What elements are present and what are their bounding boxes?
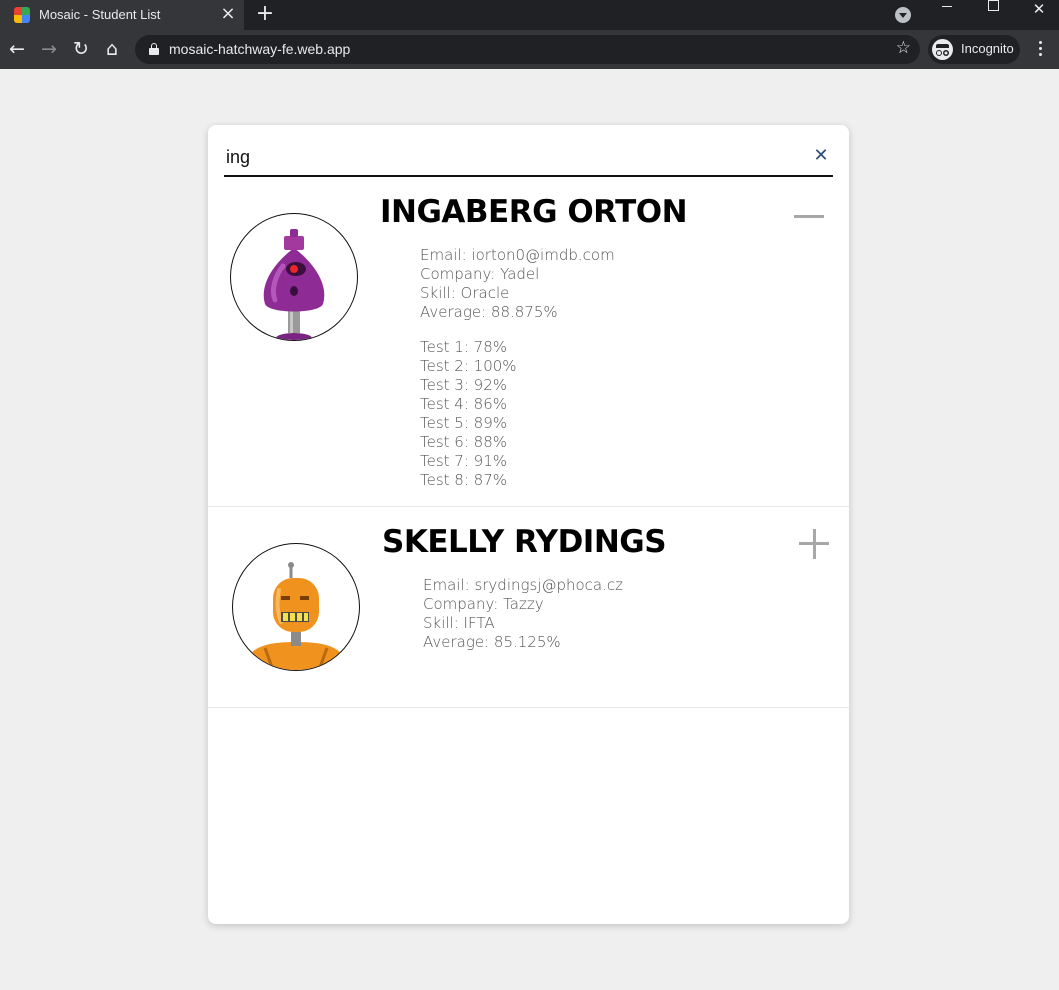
menu-icon[interactable]: [1035, 39, 1045, 59]
forward-arrow-icon[interactable]: →: [37, 38, 61, 62]
student-company: Company: Yadel: [420, 265, 540, 283]
incognito-icon: [932, 39, 953, 60]
search-input[interactable]: [226, 141, 786, 173]
avatar: [232, 543, 360, 671]
grade-item: Test 8: 87%: [420, 471, 508, 489]
tab-title: Mosaic - Student List: [39, 7, 161, 22]
new-tab-button[interactable]: +: [254, 2, 276, 26]
tab-close-icon[interactable]: ×: [218, 4, 238, 24]
tab-strip: Mosaic - Student List × + ✕: [0, 0, 1059, 30]
student-name: SKELLY RYDINGS: [382, 524, 667, 560]
back-arrow-icon[interactable]: ←: [5, 38, 29, 62]
student-details: Email: iorton0@imdb.com Company: Yadel S…: [420, 246, 615, 490]
student-email: Email: iorton0@imdb.com: [420, 246, 615, 264]
incognito-profile-button[interactable]: Incognito: [928, 35, 1020, 64]
reload-icon[interactable]: ↻: [69, 38, 93, 62]
browser-tab[interactable]: Mosaic - Student List ×: [0, 0, 244, 30]
student-row: SKELLY RYDINGS Email: srydingsj@phoca.cz…: [208, 507, 849, 708]
student-skill: Skill: IFTA: [423, 614, 495, 632]
favicon-icon: [14, 7, 30, 23]
grade-item: Test 1: 78%: [420, 338, 508, 356]
browser-toolbar: ← → ↻ ⌂ mosaic-hatchway-fe.web.app ☆ Inc…: [0, 30, 1059, 69]
grade-item: Test 5: 89%: [420, 414, 508, 432]
student-name: INGABERG ORTON: [380, 194, 688, 230]
student-average: Average: 88.875%: [420, 303, 558, 321]
grade-item: Test 4: 86%: [420, 395, 508, 413]
student-details: Email: srydingsj@phoca.cz Company: Tazzy…: [423, 576, 623, 652]
student-email: Email: srydingsj@phoca.cz: [423, 576, 624, 594]
url-text[interactable]: mosaic-hatchway-fe.web.app: [169, 41, 350, 57]
tab-search-icon[interactable]: [895, 7, 911, 23]
address-bar[interactable]: mosaic-hatchway-fe.web.app ☆: [135, 35, 920, 64]
home-icon[interactable]: ⌂: [100, 38, 124, 62]
lock-icon[interactable]: [149, 43, 159, 55]
grade-item: Test 2: 100%: [420, 357, 517, 375]
student-list-card: ✕ INGABERG ORTON Email: iorton0@imdb.com: [208, 125, 849, 924]
collapse-icon[interactable]: [792, 200, 826, 234]
star-icon[interactable]: ☆: [896, 38, 911, 58]
expand-icon[interactable]: [797, 527, 831, 561]
grade-item: Test 7: 91%: [420, 452, 508, 470]
student-skill: Skill: Oracle: [420, 284, 510, 302]
grade-item: Test 6: 88%: [420, 433, 508, 451]
student-company: Company: Tazzy: [423, 595, 544, 613]
minimize-button[interactable]: [932, 0, 962, 22]
avatar: [230, 213, 358, 341]
search-bar: ✕: [224, 141, 833, 177]
clear-icon[interactable]: ✕: [812, 147, 830, 165]
student-average: Average: 85.125%: [423, 633, 561, 651]
student-row: INGABERG ORTON Email: iorton0@imdb.com C…: [208, 182, 849, 507]
maximize-button[interactable]: [978, 0, 1008, 22]
close-window-button[interactable]: ✕: [1024, 0, 1054, 22]
profile-label: Incognito: [961, 41, 1014, 56]
grades-list: Test 1: 78% Test 2: 100% Test 3: 92% Tes…: [420, 338, 615, 490]
grade-item: Test 3: 92%: [420, 376, 508, 394]
